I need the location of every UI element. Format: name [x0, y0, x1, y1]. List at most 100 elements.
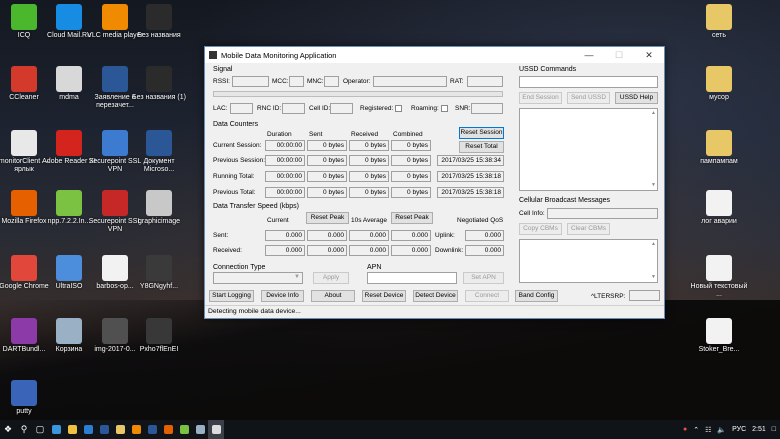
window-title: Mobile Data Monitoring Application [221, 50, 337, 60]
band-config-button[interactable]: Band Config [515, 290, 558, 302]
maximize-icon[interactable]: ☐ [604, 47, 634, 63]
roaming-checkbox [441, 105, 448, 112]
ussd-input[interactable] [519, 76, 658, 88]
app-icon[interactable] [192, 420, 208, 439]
received-field: 0 bytes [349, 171, 389, 182]
rnc-field [282, 103, 305, 114]
folder-icon[interactable] [112, 420, 128, 439]
language-indicator[interactable]: РУС [732, 426, 746, 433]
timestamp-field: 2017/03/25 15:38:34 [437, 155, 504, 166]
firefox-icon[interactable] [160, 420, 176, 439]
apn-input[interactable] [367, 272, 457, 284]
reset-total-button[interactable]: Reset Total [459, 141, 504, 153]
clock[interactable]: 2:51 [752, 426, 766, 433]
reset-session-button[interactable]: Reset Session [459, 127, 504, 139]
scrollbar-down-icon[interactable]: ▼ [651, 181, 656, 190]
search-icon[interactable]: ⚲ [16, 420, 32, 439]
close-icon[interactable]: ✕ [634, 47, 664, 63]
file-icon [706, 255, 732, 281]
windows-start-icon[interactable]: ❖ [0, 420, 16, 439]
task-view-icon[interactable]: ▢ [32, 420, 48, 439]
mcc-label: MCC: [272, 78, 289, 85]
word-icon [146, 130, 172, 156]
minimize-icon[interactable]: — [574, 47, 604, 63]
end-session-button[interactable]: End Session [519, 92, 562, 104]
archive-icon [11, 318, 37, 344]
counter-row-label: Running Total: [213, 173, 255, 180]
desktop-icon[interactable]: Y8GNgyhf... [130, 255, 188, 291]
connect-button[interactable]: Connect [465, 290, 509, 302]
scrollbar-up-icon[interactable]: ▲ [651, 240, 656, 249]
notifications-icon[interactable]: □ [772, 426, 776, 433]
cell-id-label: Cell ID: [309, 105, 331, 112]
chevron-down-icon: ▼ [294, 274, 300, 280]
mobile-data-icon[interactable] [208, 420, 224, 439]
desktop-icon[interactable]: Без названия (1) [130, 66, 188, 102]
about-button[interactable]: About [311, 290, 355, 302]
speed-received-field: 0.000 [391, 245, 431, 256]
store-icon[interactable] [80, 420, 96, 439]
scrollbar-up-icon[interactable]: ▲ [651, 109, 656, 118]
mail-icon[interactable] [96, 420, 112, 439]
send-ussd-button[interactable]: Send USSD [567, 92, 610, 104]
desktop-icon[interactable]: graphicimage [130, 190, 188, 226]
speed-sent-label: Sent: [213, 232, 229, 239]
ussd-output[interactable]: ▲ ▼ [519, 108, 658, 191]
copy-cbms-button[interactable]: Copy CBMs [519, 223, 562, 235]
notepadpp-icon[interactable] [176, 420, 192, 439]
connection-type-select[interactable]: ▼ [213, 272, 303, 284]
folder-icon [706, 130, 732, 156]
desktop-icon[interactable]: Stoker_Bre... [690, 318, 748, 354]
desktop-icon[interactable]: Документ Microso... [130, 130, 188, 174]
timestamp-field: 2017/03/25 15:38:18 [437, 187, 504, 198]
desktop-icon[interactable]: Без названия [130, 4, 188, 40]
reset-peak-avg-button[interactable]: Reset Peak [391, 212, 433, 224]
cell-info-field [547, 208, 658, 219]
qos-header: Negotiated QoS [457, 217, 504, 224]
desktop-icon[interactable]: Pxho7flEnEI [130, 318, 188, 354]
speed-received-field: 0.000 [307, 245, 347, 256]
speed-group-label: Data Transfer Speed (kbps) [213, 203, 299, 210]
desktop-icon[interactable]: мусор [690, 66, 748, 102]
ussd-help-button[interactable]: USSD Help [615, 92, 658, 104]
apply-button[interactable]: Apply [313, 272, 349, 284]
desktop-icon[interactable]: Новый текстовый ... [690, 255, 748, 299]
detect-device-button[interactable]: Detect Device [413, 290, 458, 302]
connection-type-label: Connection Type [213, 264, 266, 271]
desktop-icon[interactable]: сеть [690, 4, 748, 40]
lac-label: LAC: [213, 105, 228, 112]
clear-cbms-button[interactable]: Clear CBMs [567, 223, 610, 235]
set-apn-button[interactable]: Set APN [463, 272, 504, 284]
start-logging-button[interactable]: Start Logging [209, 290, 254, 302]
word-icon[interactable] [144, 420, 160, 439]
received-field: 0 bytes [349, 187, 389, 198]
desktop-icon[interactable]: пампампам [690, 130, 748, 166]
file-icon [102, 255, 128, 281]
operator-field [373, 76, 447, 87]
title-bar[interactable]: Mobile Data Monitoring Application — ☐ ✕ [205, 47, 664, 63]
desktop-icon[interactable]: putty [0, 380, 53, 416]
desktop-icon-label: мусор [709, 94, 729, 101]
file-icon [56, 66, 82, 92]
device-info-button[interactable]: Device Info [261, 290, 304, 302]
volume-icon[interactable]: 🔈 [717, 426, 726, 434]
roaming-label: Roaming: [411, 105, 439, 112]
network-icon[interactable]: ☷ [705, 426, 711, 434]
tray-apps-icon[interactable]: ● [683, 426, 687, 433]
media-icon[interactable] [128, 420, 144, 439]
desktop-icon-label: graphicimage [137, 218, 181, 225]
file-explorer-icon[interactable] [64, 420, 80, 439]
edge-icon[interactable] [48, 420, 64, 439]
reset-peak-button[interactable]: Reset Peak [306, 212, 349, 224]
desktop-icon-label: Stoker_Bre... [698, 346, 740, 353]
current-header: Current [267, 217, 289, 224]
speed-sent-field: 0.000 [391, 230, 431, 241]
rat-field [467, 76, 503, 87]
scrollbar-down-icon[interactable]: ▼ [651, 273, 656, 282]
chevron-up-icon[interactable]: ⌃ [693, 426, 699, 434]
cbm-output[interactable]: ▲ ▼ [519, 239, 658, 283]
reset-device-button[interactable]: Reset Device [362, 290, 406, 302]
recycle-bin-icon [56, 318, 82, 344]
desktop-icon[interactable]: лог аварии [690, 190, 748, 226]
image-icon [146, 190, 172, 216]
